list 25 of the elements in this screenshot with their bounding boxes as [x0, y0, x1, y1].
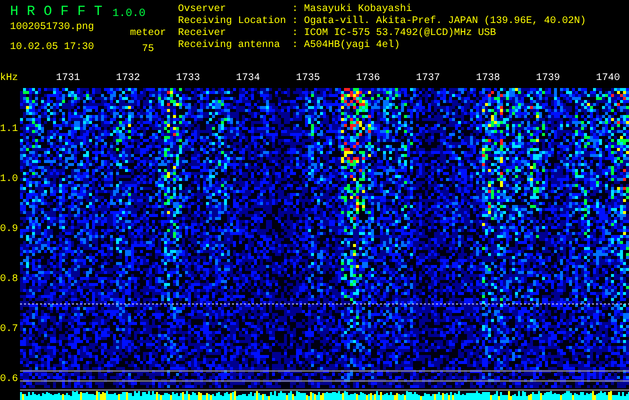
- info-value: Ogata-vill. Akita-Pref. JAPAN (139.96E, 40.02N): [304, 16, 586, 28]
- app-version: 1.0.0: [112, 8, 146, 20]
- frequency-label: 1.0: [0, 174, 18, 186]
- info-separator: :: [292, 28, 300, 40]
- unit-label: kHz: [0, 73, 18, 85]
- frequency-label: 0.6: [0, 374, 18, 386]
- info-separator: :: [292, 40, 300, 52]
- frequency-label: 0.7: [0, 324, 18, 336]
- app-title: H R O F F T: [10, 4, 102, 20]
- counter-label: meteor: [130, 28, 166, 40]
- info-value: A504HB(yagi 4el): [304, 40, 400, 52]
- info-separator: :: [292, 4, 300, 16]
- frequency-label: 1.1: [0, 124, 18, 136]
- frequency-label: 0.8: [0, 274, 18, 286]
- info-value: Masayuki Kobayashi: [304, 4, 412, 16]
- date-time: 10.02.05 17:30: [10, 42, 96, 54]
- info-label: Receiving antenna: [178, 40, 282, 52]
- info-separator: :: [292, 16, 300, 28]
- counter-value: 75: [142, 44, 154, 56]
- info-label: Receiving Location: [178, 16, 288, 28]
- frequency-label: 0.9: [0, 224, 18, 236]
- info-label: Receiver: [178, 28, 228, 40]
- info-label: Ovserver: [178, 4, 228, 16]
- info-value: ICOM IC-575 53.7492(@LCD)MHz USB: [304, 28, 496, 40]
- file-name: 1002051730.png: [10, 22, 96, 34]
